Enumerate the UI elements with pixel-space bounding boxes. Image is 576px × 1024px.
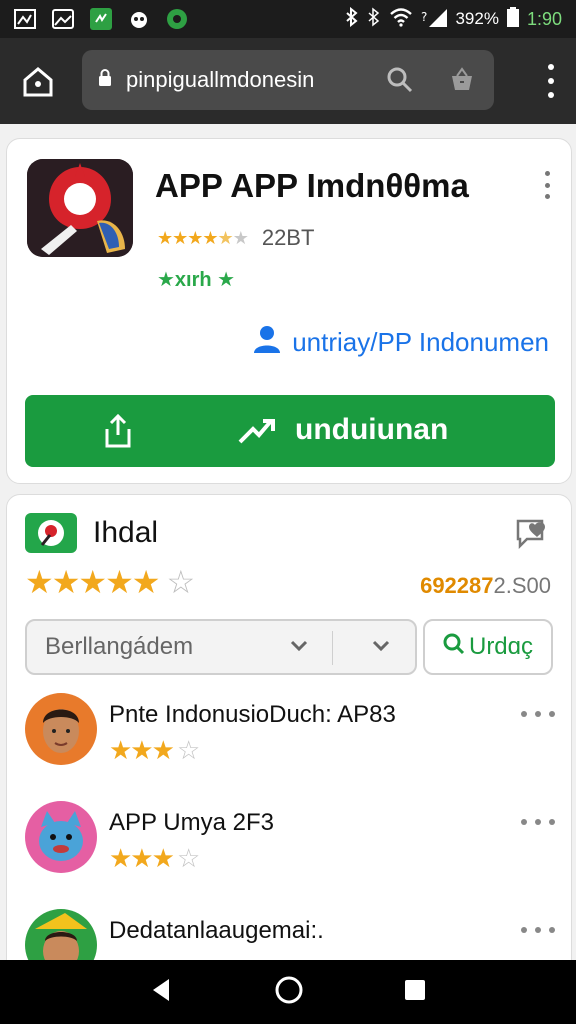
rating-stars: ★★★★★★ — [157, 227, 249, 248]
battery-percentage: 392% — [455, 9, 499, 28]
app-rating: ★★★★★★ 22BT — [157, 225, 314, 251]
overflow-menu-icon[interactable] — [546, 64, 556, 98]
basket-icon[interactable] — [448, 66, 476, 99]
update-button-label: Urdɑç — [468, 633, 534, 660]
system-navigation-bar — [0, 960, 576, 1024]
share-icon — [103, 413, 133, 454]
update-button[interactable]: Urdɑç — [423, 619, 553, 675]
url-text: pinpiguallmdonesin — [126, 67, 315, 92]
review-stars: ★★★ ☆ — [109, 735, 200, 765]
chat-notification-icon — [166, 8, 188, 30]
address-bar[interactable]: pinpiguallmdonesin — [82, 50, 494, 110]
install-button-label: unduiunan — [295, 413, 449, 446]
photo-notification-icon — [14, 8, 36, 30]
recents-icon[interactable] — [403, 978, 427, 1007]
app-overflow-menu-icon[interactable] — [543, 171, 551, 199]
status-bar: ? 392% 1:90 — [0, 0, 576, 38]
search-icon[interactable] — [386, 66, 414, 99]
review-item[interactable]: APP Umya 2F3 ★★★ ☆ — [25, 801, 555, 891]
home-circle-icon[interactable] — [274, 975, 304, 1010]
vibrate-icon — [367, 6, 381, 32]
wifi-icon — [389, 7, 413, 32]
reviews-badge-icon — [25, 513, 77, 553]
app-notification-icon — [90, 8, 112, 30]
app-icon[interactable] — [27, 159, 133, 257]
sort-dropdown[interactable]: Berllangádem — [25, 619, 417, 675]
battery-icon — [506, 6, 519, 32]
app-title: APP APP Imdnθθma — [155, 167, 469, 204]
overall-review-count: 6922872.S00 — [420, 573, 551, 598]
install-button[interactable]: unduiunan — [25, 395, 555, 467]
chevron-down-icon — [289, 639, 309, 658]
app-details-card: APP APP Imdnθθma ★★★★★★ 22BT ★xırh ★ unt… — [6, 138, 572, 484]
svg-text:?: ? — [421, 10, 427, 24]
rating-count: 22BT — [261, 225, 315, 250]
reviews-title: Ihdal — [93, 516, 159, 549]
avatar — [25, 801, 97, 873]
review-item[interactable]: Pnte IndonusioDuch: AP83 ★★★ ☆ — [25, 693, 555, 783]
filter-chevron-icon[interactable] — [371, 639, 391, 658]
review-overflow-menu-icon[interactable] — [521, 711, 555, 717]
write-review-icon[interactable] — [515, 517, 549, 554]
sort-dropdown-label: Berllangádem — [45, 633, 194, 660]
browser-toolbar: pinpiguallmdonesin — [0, 38, 576, 124]
bluetooth-icon — [345, 6, 359, 32]
game-notification-icon — [128, 8, 150, 30]
search-icon — [443, 633, 465, 662]
reviews-header: Ihdal — [25, 513, 158, 553]
home-button[interactable] — [18, 62, 58, 102]
overall-rating-stars: ★★★★★ ☆ — [25, 564, 196, 600]
review-author: Pnte IndonusioDuch: AP83 — [109, 701, 396, 728]
home-icon — [23, 67, 53, 97]
developer-link[interactable]: untriay/PP Indonumen — [252, 325, 549, 360]
back-icon[interactable] — [149, 977, 175, 1008]
clock: 1:90 — [526, 8, 562, 29]
review-overflow-menu-icon[interactable] — [521, 927, 555, 933]
lock-icon — [98, 68, 112, 92]
review-author: Dedatanlaaugemai:. — [109, 917, 324, 944]
person-icon — [252, 325, 282, 360]
developer-link-text: untriay/PP Indonumen — [292, 327, 549, 357]
review-overflow-menu-icon[interactable] — [521, 819, 555, 825]
review-author: APP Umya 2F3 — [109, 809, 274, 836]
trend-arrow-icon — [237, 417, 277, 450]
reviews-card: Ihdal ★★★★★ ☆ 6922872.S00 Berllangádem Ur… — [6, 494, 572, 981]
review-stars: ★★★ ☆ — [109, 843, 200, 873]
avatar — [25, 693, 97, 765]
signal-icon: ? — [421, 7, 448, 32]
app-badge: ★xırh ★ — [157, 269, 236, 291]
gallery-notification-icon — [52, 8, 74, 30]
